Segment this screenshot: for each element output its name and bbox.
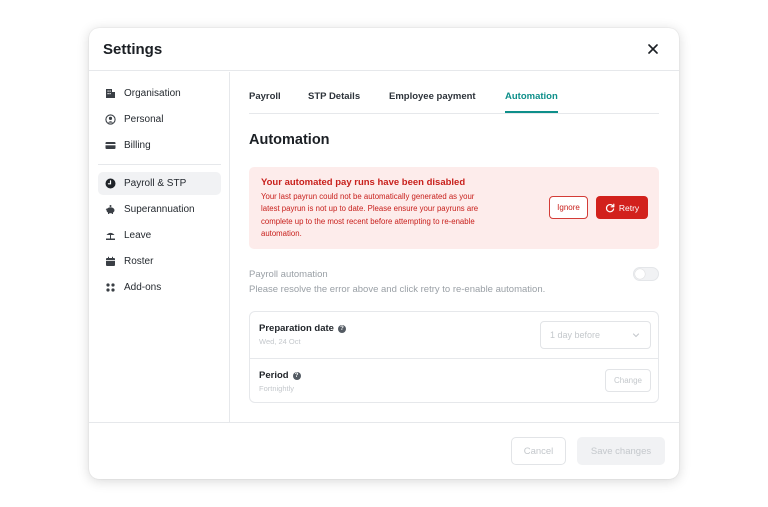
sidebar-divider bbox=[98, 164, 221, 165]
preparation-row: Preparation date ? Wed, 24 Oct 1 day bef… bbox=[250, 312, 658, 358]
preparation-label-text: Preparation date bbox=[259, 323, 334, 334]
modal-title: Settings bbox=[103, 41, 163, 58]
help-icon[interactable]: ? bbox=[292, 371, 301, 380]
tab-bar: Payroll STP Details Employee payment Aut… bbox=[249, 72, 659, 114]
period-label-text: Period bbox=[259, 370, 289, 381]
retry-button[interactable]: Retry bbox=[596, 196, 648, 219]
sidebar-item-label: Superannuation bbox=[124, 204, 195, 215]
sidebar-item-organisation[interactable]: Organisation bbox=[98, 82, 221, 105]
preparation-label: Preparation date ? bbox=[259, 323, 346, 334]
period-row: Period ? Fortnightly Change bbox=[250, 358, 658, 404]
period-value: Fortnightly bbox=[259, 384, 295, 393]
toggle-knob bbox=[635, 269, 645, 279]
sidebar-item-superannuation[interactable]: Superannuation bbox=[98, 198, 221, 221]
ignore-button[interactable]: Ignore bbox=[549, 196, 588, 219]
tab-employee-payment[interactable]: Employee payment bbox=[389, 91, 476, 113]
sidebar-item-billing[interactable]: Billing bbox=[98, 134, 221, 157]
user-circle-icon bbox=[105, 114, 116, 125]
cancel-button[interactable]: Cancel bbox=[511, 437, 566, 465]
calendar-icon bbox=[105, 256, 116, 267]
close-icon bbox=[648, 44, 658, 54]
schedule-card: Preparation date ? Wed, 24 Oct 1 day bef… bbox=[249, 311, 659, 403]
sidebar-item-label: Add-ons bbox=[124, 282, 162, 293]
sidebar-item-add-ons[interactable]: Add-ons bbox=[98, 276, 221, 299]
help-icon[interactable]: ? bbox=[337, 324, 346, 333]
credit-card-icon bbox=[105, 140, 116, 151]
sidebar-item-personal[interactable]: Personal bbox=[98, 108, 221, 131]
preparation-select[interactable]: 1 day before bbox=[540, 321, 651, 349]
refresh-icon bbox=[605, 203, 615, 212]
error-alert: Your automated pay runs have been disabl… bbox=[249, 167, 659, 249]
preparation-date: Wed, 24 Oct bbox=[259, 337, 301, 346]
sidebar-item-label: Roster bbox=[124, 256, 154, 267]
grid-icon bbox=[105, 282, 116, 293]
sidebar-item-roster[interactable]: Roster bbox=[98, 250, 221, 273]
tab-stp-details[interactable]: STP Details bbox=[308, 91, 360, 113]
sidebar-item-label: Personal bbox=[124, 114, 164, 125]
close-button[interactable] bbox=[643, 39, 663, 59]
sidebar-item-leave[interactable]: Leave bbox=[98, 224, 221, 247]
payroll-automation-label: Payroll automation bbox=[249, 269, 328, 280]
modal-footer: Cancel Save changes bbox=[89, 422, 679, 479]
period-label: Period ? bbox=[259, 370, 301, 381]
payroll-automation-toggle[interactable] bbox=[633, 267, 659, 281]
save-changes-button[interactable]: Save changes bbox=[577, 437, 665, 465]
settings-modal: Settings Organisation Personal Billing P… bbox=[89, 28, 679, 479]
change-button[interactable]: Change bbox=[605, 369, 651, 392]
sidebar-item-label: Billing bbox=[124, 140, 151, 151]
retry-label: Retry bbox=[618, 202, 640, 213]
tab-payroll[interactable]: Payroll bbox=[249, 91, 281, 113]
beach-icon bbox=[105, 230, 116, 241]
chevron-down-icon bbox=[632, 333, 640, 338]
alert-title: Your automated pay runs have been disabl… bbox=[261, 177, 466, 188]
building-icon bbox=[105, 88, 116, 99]
tab-automation[interactable]: Automation bbox=[505, 91, 558, 113]
alert-body: Your last payrun could not be automatica… bbox=[261, 192, 479, 238]
sidebar-item-label: Leave bbox=[124, 230, 152, 241]
sidebar: Organisation Personal Billing Payroll & … bbox=[89, 72, 230, 422]
content-panel: Payroll STP Details Employee payment Aut… bbox=[231, 72, 679, 422]
section-title: Automation bbox=[249, 132, 330, 148]
clock-icon bbox=[105, 178, 116, 189]
payroll-automation-description: Please resolve the error above and click… bbox=[249, 284, 546, 295]
modal-header: Settings bbox=[89, 28, 679, 71]
sidebar-item-payroll-stp[interactable]: Payroll & STP bbox=[98, 172, 221, 195]
piggy-bank-icon bbox=[105, 204, 116, 215]
preparation-select-value: 1 day before bbox=[550, 330, 601, 340]
sidebar-item-label: Payroll & STP bbox=[124, 178, 187, 189]
sidebar-item-label: Organisation bbox=[124, 88, 181, 99]
